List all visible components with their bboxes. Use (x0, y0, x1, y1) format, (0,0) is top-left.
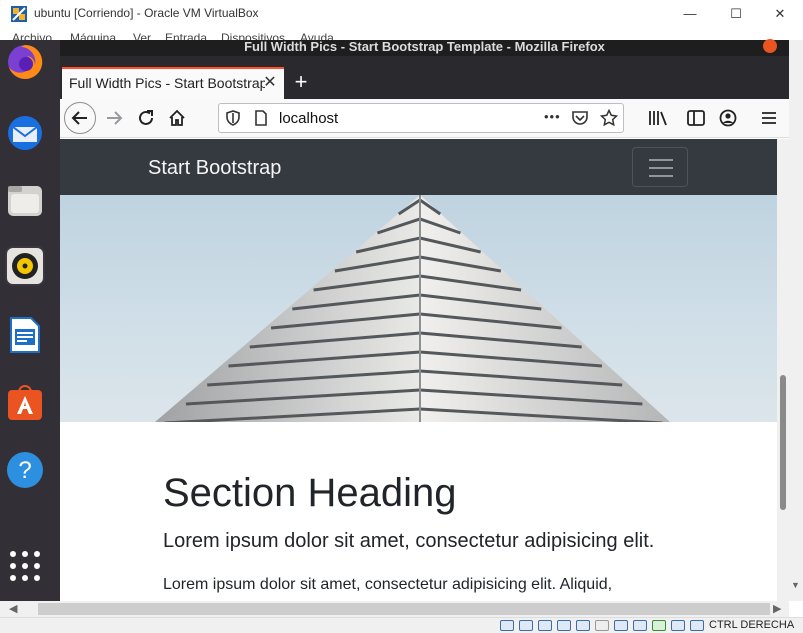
show-apps-icon[interactable] (5, 546, 45, 586)
ubuntu-software-icon[interactable] (5, 382, 45, 422)
close-button[interactable]: ✕ (757, 0, 803, 27)
page-scrollbar-thumb[interactable] (780, 375, 786, 510)
hamburger-icon (762, 112, 776, 124)
section-heading: Section Heading (163, 471, 457, 515)
reload-button[interactable] (134, 106, 158, 130)
cpu-icon[interactable] (652, 620, 666, 631)
minimize-button[interactable]: — (667, 0, 713, 27)
host-key-icon[interactable] (690, 620, 704, 631)
sidebar-icon (687, 110, 705, 126)
scroll-right-arrow-icon[interactable]: ▶ (773, 602, 781, 615)
scroll-down-arrow-icon[interactable]: ▼ (791, 580, 800, 590)
new-tab-button[interactable]: + (288, 69, 314, 95)
pocket-icon[interactable] (571, 110, 589, 126)
maximize-button[interactable]: ☐ (713, 0, 759, 27)
display-icon[interactable] (614, 620, 628, 631)
audio-icon[interactable] (538, 620, 552, 631)
menu-button[interactable] (757, 106, 781, 130)
account-button[interactable] (716, 106, 740, 130)
files-icon[interactable] (5, 180, 45, 220)
page-scrollbar[interactable] (777, 139, 789, 601)
host-vertical-scrollbar[interactable]: ▼ (789, 40, 803, 601)
arrow-right-icon (107, 111, 123, 125)
reload-icon (139, 110, 153, 125)
virtualbox-icon (11, 6, 27, 22)
lead-text: Lorem ipsum dolor sit amet, consectetur … (163, 530, 655, 552)
back-button[interactable] (64, 102, 96, 134)
host-titlebar: ubuntu [Corriendo] - Oracle VM VirtualBo… (0, 0, 803, 27)
recording-icon[interactable] (633, 620, 647, 631)
tab-title: Full Width Pics - Start Bootstrap Templa… (69, 75, 265, 91)
library-button[interactable] (646, 106, 670, 130)
help-icon[interactable]: ? (5, 450, 45, 490)
scroll-left-arrow-icon[interactable]: ◀ (9, 602, 17, 615)
thunderbird-icon[interactable] (5, 113, 45, 153)
bootstrap-navbar: Start Bootstrap (60, 139, 777, 195)
forward-button[interactable] (102, 106, 126, 130)
hard-disk-icon[interactable] (500, 620, 514, 631)
gnome-top-bar: Full Width Pics - Start Bootstrap Templa… (60, 40, 789, 56)
tab-close-icon[interactable]: ✕ (260, 72, 280, 92)
url-bar[interactable]: localhost ••• (218, 103, 624, 133)
hamburger-icon (649, 159, 673, 177)
building-photo (155, 195, 670, 422)
optical-drive-icon[interactable] (519, 620, 533, 631)
hero-image (60, 195, 777, 422)
navbar-toggler-button[interactable] (632, 147, 688, 187)
svg-text:?: ? (18, 457, 31, 484)
star-icon[interactable] (600, 109, 618, 127)
ubuntu-dock: ? (0, 40, 60, 601)
body-text: Lorem ipsum dolor sit amet, consectetur … (163, 576, 613, 593)
sidebar-button[interactable] (684, 106, 708, 130)
shield-icon[interactable] (225, 110, 241, 126)
arrow-left-icon (71, 111, 87, 125)
tab-active[interactable]: Full Width Pics - Start Bootstrap Templa… (62, 67, 284, 99)
library-icon (649, 111, 667, 126)
guest-window-title: Full Width Pics - Start Bootstrap Templa… (244, 40, 605, 54)
url-text[interactable]: localhost (279, 110, 338, 127)
page-icon[interactable] (253, 110, 269, 126)
host-horizontal-scrollbar-thumb[interactable] (38, 603, 770, 615)
virtualbox-window: { "host_window": { "title": "ubuntu [Cor… (0, 0, 803, 633)
mouse-integration-icon[interactable] (671, 620, 685, 631)
home-icon (169, 109, 185, 126)
home-button[interactable] (165, 106, 189, 130)
shared-folders-icon[interactable] (595, 620, 609, 631)
window-close-dot-icon[interactable] (763, 39, 777, 53)
account-icon (719, 109, 737, 127)
host-window-title: ubuntu [Corriendo] - Oracle VM VirtualBo… (34, 6, 259, 20)
navbar-brand[interactable]: Start Bootstrap (148, 157, 281, 180)
libreoffice-writer-icon[interactable] (5, 315, 45, 355)
usb-icon[interactable] (576, 620, 590, 631)
network-icon[interactable] (557, 620, 571, 631)
web-page: Start Bootstrap Section Heading Lorem ip… (60, 139, 777, 601)
host-key-label: CTRL DERECHA (709, 619, 795, 631)
rhythmbox-icon[interactable] (5, 246, 45, 286)
firefox-icon[interactable] (5, 42, 45, 82)
page-actions-icon[interactable]: ••• (544, 109, 561, 124)
